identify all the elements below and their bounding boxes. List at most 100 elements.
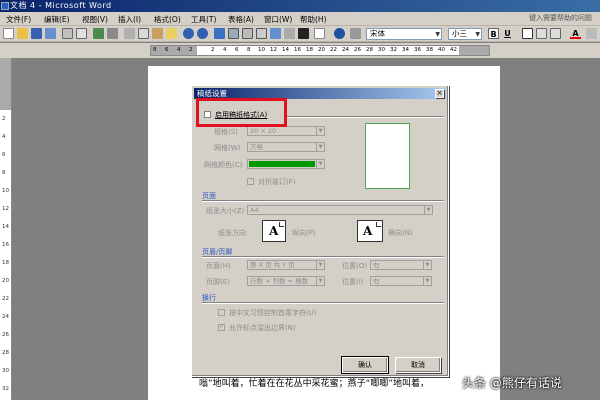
grid-label: 网格(W) — [214, 144, 241, 152]
close-icon[interactable]: × — [435, 89, 444, 98]
grid-value: 方格 — [250, 143, 263, 151]
vruler-tick: 32 — [2, 386, 9, 392]
format-painter-icon[interactable] — [166, 28, 177, 39]
vruler-tick: 14 — [2, 224, 9, 230]
horizontal-ruler[interactable]: 8 6 4 2 2 4 6 8 10 12 14 16 18 20 22 24 … — [0, 43, 600, 58]
ruler-tick: 36 — [414, 47, 421, 53]
vruler-tick: 28 — [2, 350, 9, 356]
ok-button[interactable]: 确认 — [341, 356, 389, 374]
ruler-tick: 4 — [223, 47, 227, 53]
menu-tools[interactable]: 工具(T) — [191, 14, 216, 25]
hyperlink-icon[interactable] — [214, 28, 225, 39]
research-icon[interactable] — [107, 28, 118, 39]
footer-label: 页脚(E) — [206, 278, 230, 286]
columns-icon[interactable] — [256, 28, 267, 39]
chevron-down-icon: ▼ — [424, 206, 432, 214]
vertical-ruler[interactable]: 2 4 6 8 10 12 14 16 18 20 22 24 26 28 30… — [0, 58, 12, 400]
underline-button[interactable]: U — [502, 28, 513, 39]
ruler-tick: 2 — [189, 47, 193, 53]
cancel-button[interactable]: 取消 — [395, 357, 441, 373]
vruler-tick: 10 — [2, 188, 9, 194]
paste-icon[interactable] — [152, 28, 163, 39]
justify-icon[interactable] — [550, 28, 561, 39]
cut-icon[interactable] — [124, 28, 135, 39]
ruler-tick: 40 — [438, 47, 445, 53]
vruler-tick: 26 — [2, 332, 9, 338]
document-text[interactable]: 嗡”地叫着，忙着在在花丛中采花蜜；燕子“唧唧”地叫着， — [199, 376, 469, 389]
ruler-tick: 20 — [318, 47, 325, 53]
menu-bar: 文件(F) 编辑(E) 视图(V) 插入(I) 格式(O) 工具(T) 表格(A… — [0, 12, 600, 26]
grid-select: 方格 ▼ — [247, 142, 325, 152]
vruler-tick: 30 — [2, 368, 9, 374]
excel-table-icon[interactable] — [242, 28, 253, 39]
print-preview-icon[interactable] — [76, 28, 87, 39]
zoom-box-icon[interactable] — [314, 28, 325, 39]
ruler-tick: 30 — [378, 47, 385, 53]
paper-size-label: 纸张大小(Z) — [206, 207, 245, 215]
vruler-tick: 2 — [2, 116, 6, 122]
new-document-icon[interactable] — [3, 28, 14, 39]
open-folder-icon[interactable] — [17, 28, 28, 39]
show-formatting-icon[interactable] — [298, 28, 309, 39]
align-left-icon[interactable] — [522, 28, 533, 39]
paper-size-value: A4 — [250, 206, 259, 214]
divider — [202, 200, 444, 202]
divider — [202, 256, 444, 258]
chevron-down-icon: ▼ — [423, 261, 431, 269]
ruler-tick: 28 — [366, 47, 373, 53]
align-center-icon[interactable] — [536, 28, 547, 39]
menu-window[interactable]: 窗口(W) — [264, 14, 292, 25]
menu-format[interactable]: 格式(O) — [154, 14, 181, 25]
document-map-icon[interactable] — [284, 28, 295, 39]
footer-position-value: 右 — [373, 277, 380, 285]
menu-help[interactable]: 帮助(H) — [300, 14, 327, 25]
ruler-tick: 16 — [294, 47, 301, 53]
bold-button[interactable]: B — [488, 28, 499, 39]
chevron-down-icon: ▼ — [423, 277, 431, 285]
font-color-button[interactable]: A — [570, 28, 581, 39]
paper-size-select: A4 ▼ — [247, 205, 433, 215]
ruler-tick: 22 — [330, 47, 337, 53]
portrait-label: 纵向(P) — [292, 229, 316, 237]
grid-paper-settings-dialog: 稿纸设置 × 启用稿纸格式(A) 规格(S) 20 × 20 ▼ 网格(W) 方… — [191, 85, 449, 377]
table-icon[interactable] — [228, 28, 239, 39]
divider — [284, 116, 444, 118]
ruler-tick: 34 — [402, 47, 409, 53]
font-name-value: 宋体 — [370, 29, 385, 38]
ruler-tick: 10 — [258, 47, 265, 53]
chevron-down-icon: ▼ — [316, 261, 324, 269]
undo-icon[interactable] — [183, 28, 194, 39]
read-mode-icon[interactable] — [350, 28, 361, 39]
ruler-tick: 26 — [354, 47, 361, 53]
print-icon[interactable] — [62, 28, 73, 39]
menu-file[interactable]: 文件(F) — [6, 14, 31, 25]
header-select: 第 X 页 共 Y 页 ▼ — [247, 260, 325, 270]
menu-table[interactable]: 表格(A) — [228, 14, 254, 25]
landscape-option[interactable]: A — [357, 220, 383, 242]
chevron-down-icon: ▼ — [316, 143, 324, 151]
copy-icon[interactable] — [138, 28, 149, 39]
menu-insert[interactable]: 插入(I) — [118, 14, 141, 25]
drawing-icon[interactable] — [270, 28, 281, 39]
font-size-select[interactable]: 小三 ▼ — [448, 28, 482, 40]
help-search-box[interactable]: 键入需要帮助的问题 — [512, 13, 592, 24]
ruler-tick: 12 — [270, 47, 277, 53]
menu-view[interactable]: 视图(V) — [82, 14, 108, 25]
spec-select: 20 × 20 ▼ — [247, 126, 325, 136]
portrait-option[interactable]: A — [262, 220, 286, 242]
right-margin-area — [459, 46, 489, 55]
redo-icon[interactable] — [197, 28, 208, 39]
spelling-icon[interactable] — [93, 28, 104, 39]
chevron-down-icon: ▼ — [435, 31, 440, 38]
more-options-icon[interactable] — [586, 28, 597, 39]
help-icon[interactable] — [334, 28, 345, 39]
menu-edit[interactable]: 编辑(E) — [44, 14, 70, 25]
header-value: 第 X 页 共 Y 页 — [250, 261, 295, 269]
save-icon[interactable] — [31, 28, 42, 39]
font-name-select[interactable]: 宋体 ▼ — [366, 28, 442, 40]
grid-color-label: 网格颜色(C) — [204, 161, 243, 169]
ruler-tick: 4 — [177, 47, 181, 53]
ruler-tick: 42 — [450, 47, 457, 53]
permission-icon[interactable] — [45, 28, 56, 39]
highlight-annotation-box — [196, 98, 287, 127]
